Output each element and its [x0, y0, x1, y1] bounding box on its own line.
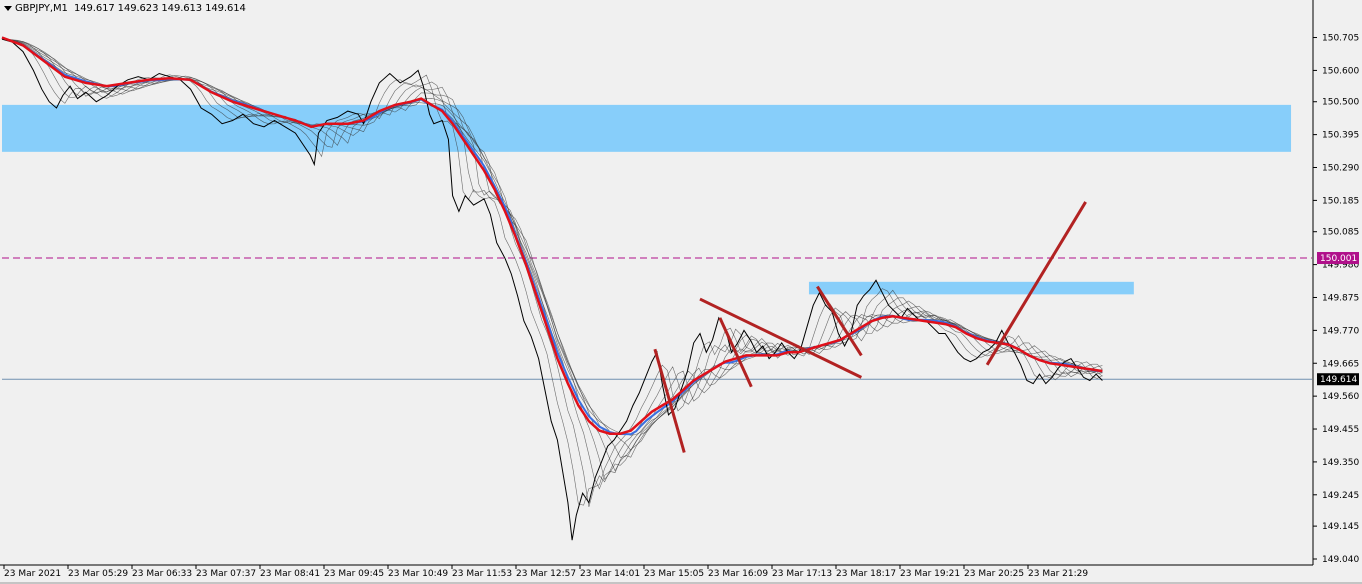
ohlc-values: 149.617 149.623 149.613 149.614 — [73, 3, 246, 14]
x-tick-label: 23 Mar 20:25 — [964, 569, 1024, 579]
x-tick-label: 23 Mar 14:01 — [580, 569, 640, 579]
y-tick-label: 149.560 — [1322, 392, 1359, 402]
y-tick-label: 150.185 — [1322, 196, 1359, 206]
y-tick-label: 149.875 — [1322, 293, 1359, 303]
x-tick-label: 23 Mar 06:33 — [132, 569, 192, 579]
symbol-label: GBPJPY,M1 — [15, 3, 68, 14]
x-tick-label: 23 Mar 11:53 — [452, 569, 512, 579]
x-tick-label: 23 Mar 12:57 — [516, 569, 576, 579]
y-tick-label: 150.705 — [1322, 34, 1359, 44]
resistance-zone-2 — [808, 281, 1134, 295]
y-tick-label: 150.395 — [1322, 131, 1359, 141]
x-tick-label: 23 Mar 08:41 — [260, 569, 320, 579]
chart-header: GBPJPY,M1 149.617 149.623 149.613 149.61… — [15, 3, 246, 14]
y-tick-label: 149.455 — [1322, 425, 1359, 435]
resistance-zone-1 — [2, 104, 1292, 152]
y-tick-label: 150.290 — [1322, 164, 1359, 174]
x-tick-label: 23 Mar 21:29 — [1028, 569, 1088, 579]
chart-menu-arrow-icon[interactable] — [4, 6, 12, 11]
y-tick-label: 149.040 — [1322, 555, 1359, 565]
price-tag-label-1: 150.001 — [1320, 254, 1357, 264]
x-tick-label: 23 Mar 19:21 — [900, 569, 960, 579]
x-tick-label: 23 Mar 05:29 — [68, 569, 128, 579]
price-chart[interactable]: 150.705 150.600 150.500 150.395 150.290 150.1… — [0, 0, 1362, 584]
x-tick-label: 23 Mar 2021 — [4, 569, 61, 579]
y-tick-label: 149.245 — [1322, 491, 1359, 501]
x-tick-label: 23 Mar 18:17 — [836, 569, 896, 579]
y-tick-label: 149.665 — [1322, 359, 1359, 369]
y-tick-label: 150.600 — [1322, 66, 1359, 76]
x-tick-label: 23 Mar 16:09 — [708, 569, 768, 579]
x-tick-label: 23 Mar 07:37 — [196, 569, 256, 579]
y-tick-label: 150.085 — [1322, 228, 1359, 238]
price-tag-label-2: 149.614 — [1320, 375, 1357, 385]
y-tick-label: 149.145 — [1322, 522, 1359, 532]
x-tick-label: 23 Mar 09:45 — [324, 569, 384, 579]
x-tick-label: 23 Mar 10:49 — [388, 569, 448, 579]
y-tick-label: 150.500 — [1322, 98, 1359, 108]
x-tick-label: 23 Mar 17:13 — [772, 569, 832, 579]
x-tick-label: 23 Mar 15:05 — [644, 569, 704, 579]
y-tick-label: 149.770 — [1322, 326, 1359, 336]
y-tick-label: 149.350 — [1322, 458, 1359, 468]
